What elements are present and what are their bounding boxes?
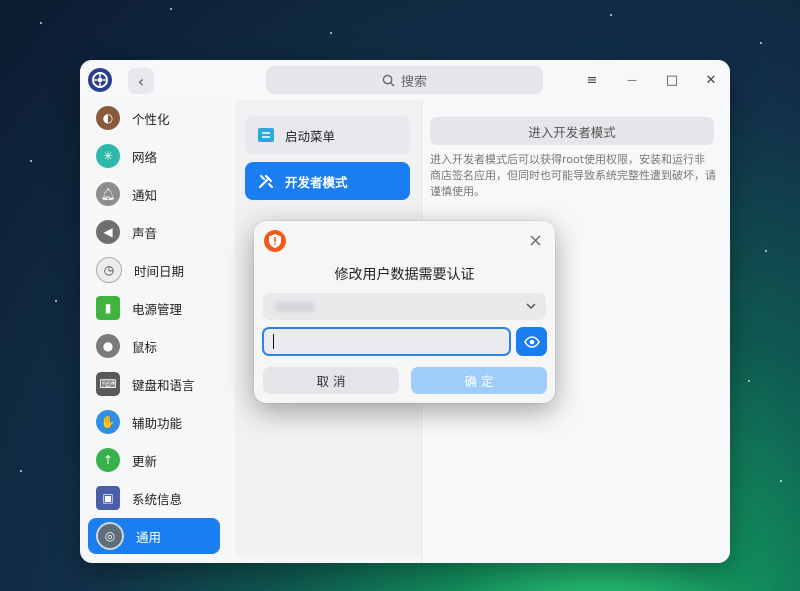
maximize-icon: □: [665, 72, 679, 88]
star: [20, 470, 22, 472]
boot-menu-icon: [257, 126, 275, 144]
close-button[interactable]: ✕: [701, 70, 721, 90]
star: [748, 380, 750, 382]
sidebar-item-label: 鼠标: [132, 339, 158, 355]
control-center-app-icon: [88, 68, 112, 92]
sidebar-item-network[interactable]: ✳ 网络: [88, 138, 220, 174]
mouse-icon: ●: [96, 334, 120, 358]
search-icon: [382, 74, 395, 87]
developer-tools-icon: [257, 172, 275, 190]
submenu-item-label: 启动菜单: [285, 128, 336, 144]
sidebar-item-sound[interactable]: ◀ 声音: [88, 214, 220, 250]
sidebar-item-datetime[interactable]: ◷ 时间日期: [88, 252, 220, 288]
menu-icon: ≡: [586, 72, 598, 88]
cancel-button[interactable]: 取 消: [263, 367, 399, 394]
developer-mode-description: 进入开发者模式后可以获得root使用权限，安装和运行非商店签名应用，但同时也可能…: [430, 153, 716, 198]
star: [765, 250, 767, 252]
dialog-close-button[interactable]: [527, 232, 543, 248]
sidebar-item-label: 更新: [132, 453, 158, 469]
sidebar-item-general[interactable]: ◎ 通用: [88, 518, 220, 554]
sidebar-item-power[interactable]: ▮ 电源管理: [88, 290, 220, 326]
back-button[interactable]: ‹: [128, 68, 154, 94]
sidebar-item-personalization[interactable]: ◐ 个性化: [88, 100, 220, 136]
update-icon: ↑: [96, 448, 120, 472]
speaker-icon: ◀: [96, 220, 120, 244]
keyboard-icon: ⌨: [96, 372, 120, 396]
star: [610, 14, 612, 16]
general-icon: ◎: [96, 522, 124, 550]
chevron-down-icon: [526, 303, 536, 310]
star: [40, 22, 42, 24]
clock-icon: ◷: [96, 257, 122, 283]
battery-icon: ▮: [96, 296, 120, 320]
star: [55, 300, 57, 302]
network-icon: ✳: [96, 144, 120, 168]
search-input[interactable]: 搜索: [266, 66, 543, 94]
sidebar-item-keyboard[interactable]: ⌨ 键盘和语言: [88, 366, 220, 402]
sidebar-item-notifications[interactable]: 🔔︎ 通知: [88, 176, 220, 212]
sidebar-item-label: 网络: [132, 149, 158, 165]
maximize-button[interactable]: □: [662, 70, 682, 90]
sidebar-item-label: 通用: [136, 529, 162, 545]
text-caret: [273, 334, 274, 349]
sidebar-item-mouse[interactable]: ● 鼠标: [88, 328, 220, 364]
confirm-button[interactable]: 确 定: [411, 367, 547, 394]
authentication-dialog: 修改用户数据需要认证 取 消 确 定: [254, 221, 555, 403]
search-placeholder: 搜索: [400, 74, 427, 90]
submenu-item-boot-menu[interactable]: 启动菜单: [245, 116, 410, 154]
sidebar: ◐ 个性化 ✳ 网络 🔔︎ 通知 ◀ 声音 ◷ 时间日期 ▮ 电源管理 ● 鼠标…: [80, 100, 230, 563]
sidebar-item-label: 键盘和语言: [132, 377, 195, 393]
minimize-icon: —: [627, 74, 637, 86]
star: [30, 160, 32, 162]
password-input[interactable]: [262, 327, 511, 356]
star: [170, 8, 172, 10]
minimize-button[interactable]: —: [622, 70, 642, 90]
sidebar-item-accessibility[interactable]: ✋ 辅助功能: [88, 404, 220, 440]
chevron-left-icon: ‹: [137, 71, 145, 91]
bell-icon: 🔔︎: [96, 182, 120, 206]
system-info-icon: ▣: [96, 486, 120, 510]
sidebar-item-label: 时间日期: [134, 263, 185, 279]
sidebar-item-update[interactable]: ↑ 更新: [88, 442, 220, 478]
sidebar-item-label: 通知: [132, 187, 158, 203]
star: [760, 42, 762, 44]
blurred-username: [275, 301, 315, 312]
palette-icon: ◐: [96, 106, 120, 130]
show-password-button[interactable]: [516, 327, 547, 356]
sidebar-item-label: 系统信息: [132, 491, 183, 507]
sidebar-item-label: 辅助功能: [132, 415, 183, 431]
enter-developer-mode-button[interactable]: 进入开发者模式: [430, 117, 714, 145]
menu-button[interactable]: ≡: [582, 70, 602, 90]
close-icon: ✕: [705, 72, 717, 88]
star: [330, 32, 332, 34]
accessibility-icon: ✋: [96, 410, 120, 434]
star: [780, 480, 782, 482]
sidebar-item-label: 声音: [132, 225, 158, 241]
user-select[interactable]: [263, 293, 546, 320]
shield-icon: [264, 230, 286, 252]
submenu-item-developer-mode[interactable]: 开发者模式: [245, 162, 410, 200]
sidebar-item-label: 电源管理: [132, 301, 183, 317]
dialog-title: 修改用户数据需要认证: [334, 267, 475, 283]
sidebar-item-system-info[interactable]: ▣ 系统信息: [88, 480, 220, 516]
eye-icon: [523, 335, 540, 348]
sidebar-item-label: 个性化: [132, 111, 170, 127]
titlebar: ‹ 搜索 ≡ — □ ✕: [80, 60, 730, 100]
submenu-item-label: 开发者模式: [285, 174, 348, 190]
close-icon: [530, 235, 540, 245]
